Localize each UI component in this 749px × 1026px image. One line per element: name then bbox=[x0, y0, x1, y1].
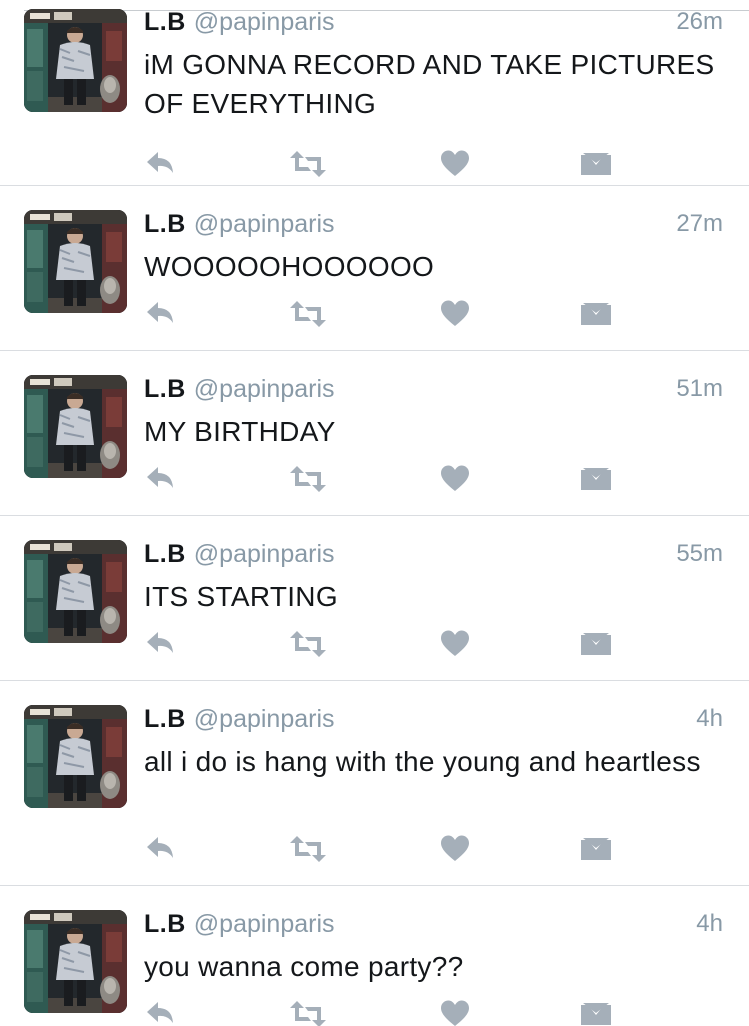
author-handle[interactable]: @papinparis bbox=[194, 210, 335, 238]
author-handle[interactable]: @papinparis bbox=[194, 8, 335, 36]
like-button[interactable] bbox=[440, 999, 470, 1026]
heart-icon bbox=[440, 999, 470, 1026]
reply-arrow-icon bbox=[144, 629, 176, 659]
tweet-actions bbox=[144, 834, 624, 864]
retweet-button[interactable] bbox=[288, 149, 328, 179]
tweet-header: L.B @papinparis 55m bbox=[144, 540, 723, 570]
envelope-icon bbox=[580, 834, 612, 864]
like-button[interactable] bbox=[440, 834, 470, 864]
avatar[interactable] bbox=[24, 9, 127, 112]
tweet-text: MY BIRTHDAY bbox=[144, 416, 336, 447]
tweet-actions bbox=[144, 299, 624, 329]
reply-arrow-icon bbox=[144, 149, 176, 179]
tweet-text: you wanna come party?? bbox=[144, 951, 464, 982]
retweet-arrows-icon bbox=[288, 834, 328, 864]
reply-arrow-icon bbox=[144, 834, 176, 864]
retweet-arrows-icon bbox=[288, 999, 328, 1026]
retweet-arrows-icon bbox=[288, 629, 328, 659]
avatar[interactable] bbox=[24, 705, 127, 808]
envelope-icon bbox=[580, 149, 612, 179]
tweet-header: L.B @papinparis 51m bbox=[144, 375, 723, 405]
direct-message-button[interactable] bbox=[580, 999, 612, 1026]
heart-icon bbox=[440, 629, 470, 659]
author-handle[interactable]: @papinparis bbox=[194, 705, 335, 733]
reply-button[interactable] bbox=[144, 149, 176, 179]
reply-button[interactable] bbox=[144, 629, 176, 659]
author-name[interactable]: L.B bbox=[144, 705, 186, 733]
reply-button[interactable] bbox=[144, 464, 176, 494]
author-name[interactable]: L.B bbox=[144, 210, 186, 238]
direct-message-button[interactable] bbox=[580, 149, 612, 179]
heart-icon bbox=[440, 149, 470, 179]
tweet-timestamp[interactable]: 4h bbox=[696, 910, 723, 938]
tweet-timeline[interactable]: L.B @papinparis 26m iM GONNA RECORD AND TAK… bbox=[0, 0, 749, 1026]
tweet-card[interactable]: L.B @papinparis 51m MY BIRTHDAY bbox=[0, 351, 749, 516]
tweet-text: ITS STARTING bbox=[144, 581, 338, 612]
reply-button[interactable] bbox=[144, 299, 176, 329]
retweet-button[interactable] bbox=[288, 299, 328, 329]
reply-button[interactable] bbox=[144, 834, 176, 864]
envelope-icon bbox=[580, 629, 612, 659]
avatar[interactable] bbox=[24, 375, 127, 478]
tweet-timestamp[interactable]: 26m bbox=[676, 8, 723, 36]
tweet-timestamp[interactable]: 27m bbox=[676, 210, 723, 238]
tweet-text: iM GONNA RECORD AND TAKE PICTURES OF EVE… bbox=[144, 49, 715, 119]
tweet-text: all i do is hang with the young and hear… bbox=[144, 746, 701, 777]
author-handle[interactable]: @papinparis bbox=[194, 910, 335, 938]
heart-icon bbox=[440, 834, 470, 864]
avatar[interactable] bbox=[24, 210, 127, 313]
tweet-actions bbox=[144, 999, 624, 1026]
author-name[interactable]: L.B bbox=[144, 375, 186, 403]
tweet-header: L.B @papinparis 27m bbox=[144, 210, 723, 240]
avatar[interactable] bbox=[24, 910, 127, 1013]
heart-icon bbox=[440, 464, 470, 494]
like-button[interactable] bbox=[440, 299, 470, 329]
tweet-header: L.B @papinparis 26m bbox=[144, 8, 723, 38]
tweet-card[interactable]: L.B @papinparis 55m ITS STARTING bbox=[0, 516, 749, 681]
direct-message-button[interactable] bbox=[580, 464, 612, 494]
envelope-icon bbox=[580, 299, 612, 329]
author-handle[interactable]: @papinparis bbox=[194, 540, 335, 568]
retweet-button[interactable] bbox=[288, 629, 328, 659]
reply-arrow-icon bbox=[144, 464, 176, 494]
tweet-actions bbox=[144, 149, 624, 179]
tweet-actions bbox=[144, 629, 624, 659]
tweet-timestamp[interactable]: 4h bbox=[696, 705, 723, 733]
reply-arrow-icon bbox=[144, 999, 176, 1026]
envelope-icon bbox=[580, 464, 612, 494]
retweet-arrows-icon bbox=[288, 464, 328, 494]
direct-message-button[interactable] bbox=[580, 629, 612, 659]
tweet-card[interactable]: L.B @papinparis 4h all i do is hang with th… bbox=[0, 681, 749, 886]
retweet-button[interactable] bbox=[288, 834, 328, 864]
reply-arrow-icon bbox=[144, 299, 176, 329]
tweet-card[interactable]: L.B @papinparis 4h you wanna come party?? bbox=[0, 886, 749, 1026]
direct-message-button[interactable] bbox=[580, 834, 612, 864]
retweet-button[interactable] bbox=[288, 464, 328, 494]
tweet-timestamp[interactable]: 51m bbox=[676, 375, 723, 403]
tweet-header: L.B @papinparis 4h bbox=[144, 910, 723, 940]
like-button[interactable] bbox=[440, 464, 470, 494]
envelope-icon bbox=[580, 999, 612, 1026]
tweet-card[interactable]: L.B @papinparis 27m WOOOOOHOOOOOO bbox=[0, 186, 749, 351]
avatar[interactable] bbox=[24, 540, 127, 643]
author-name[interactable]: L.B bbox=[144, 910, 186, 938]
retweet-arrows-icon bbox=[288, 299, 328, 329]
author-name[interactable]: L.B bbox=[144, 8, 186, 36]
retweet-button[interactable] bbox=[288, 999, 328, 1026]
tweet-card[interactable]: L.B @papinparis 26m iM GONNA RECORD AND TAK… bbox=[0, 0, 749, 186]
tweet-text: WOOOOOHOOOOOO bbox=[144, 251, 435, 282]
heart-icon bbox=[440, 299, 470, 329]
author-handle[interactable]: @papinparis bbox=[194, 375, 335, 403]
author-name[interactable]: L.B bbox=[144, 540, 186, 568]
direct-message-button[interactable] bbox=[580, 299, 612, 329]
tweet-actions bbox=[144, 464, 624, 494]
retweet-arrows-icon bbox=[288, 149, 328, 179]
like-button[interactable] bbox=[440, 629, 470, 659]
reply-button[interactable] bbox=[144, 999, 176, 1026]
tweet-timestamp[interactable]: 55m bbox=[676, 540, 723, 568]
tweet-header: L.B @papinparis 4h bbox=[144, 705, 723, 735]
like-button[interactable] bbox=[440, 149, 470, 179]
